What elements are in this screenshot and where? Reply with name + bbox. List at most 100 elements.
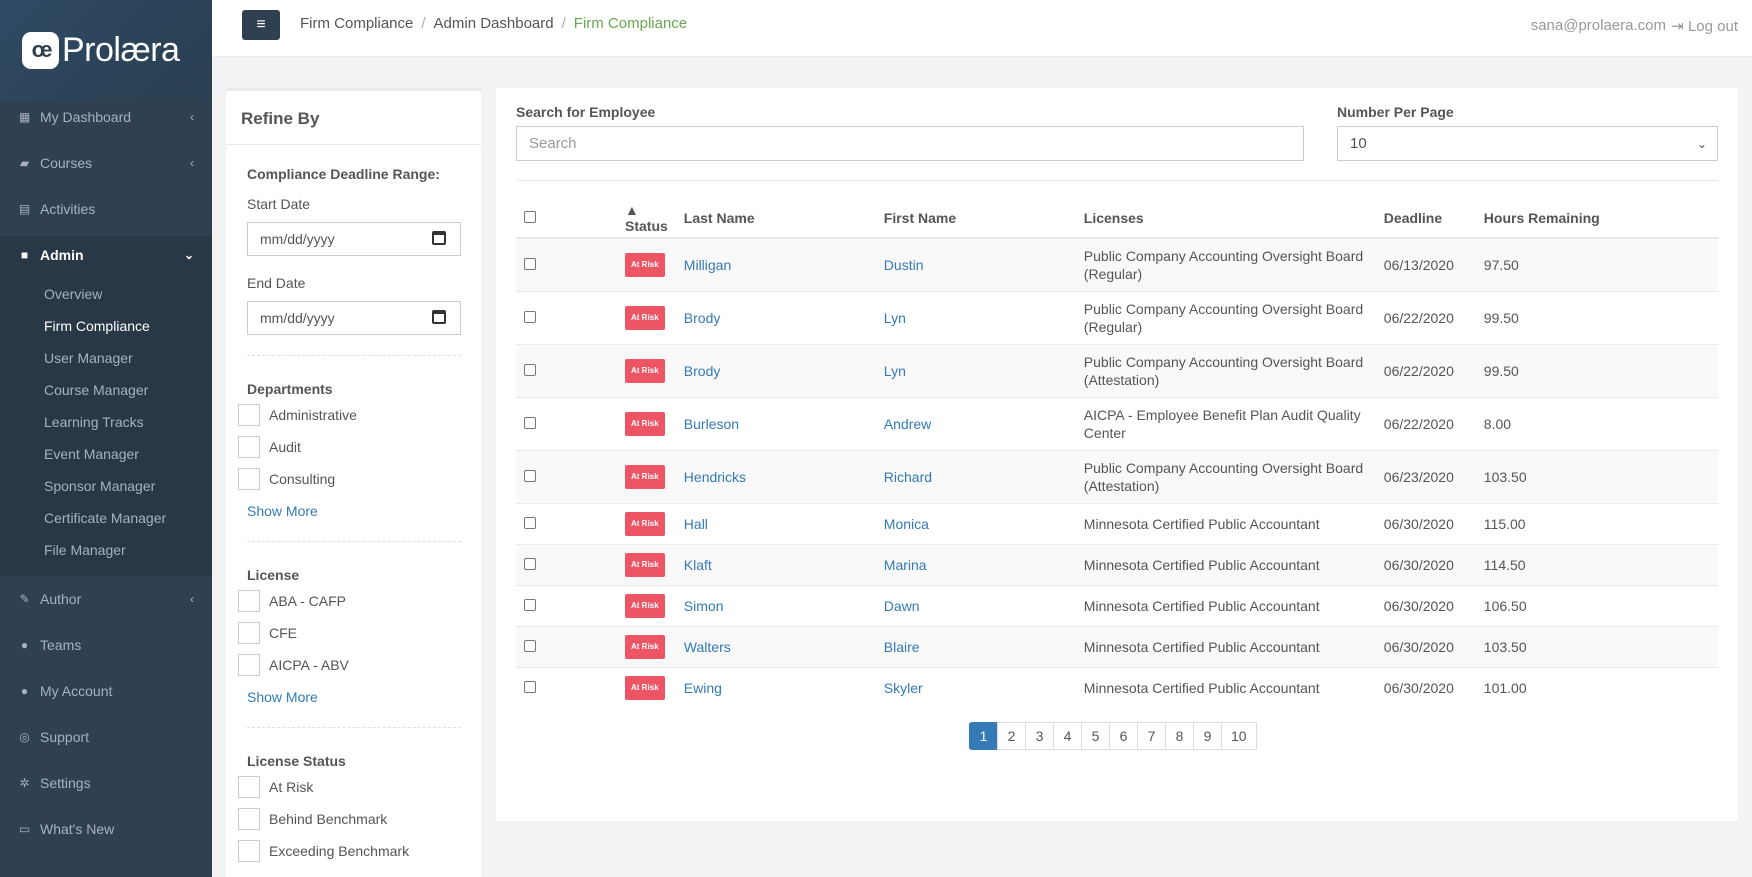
department-option[interactable]: Audit [238, 436, 301, 458]
license-option[interactable]: ABA - CAFP [238, 590, 346, 612]
breadcrumb-item[interactable]: Firm Compliance [300, 15, 413, 32]
table-row[interactable]: At Risk Simon Dawn Minnesota Certified Publ… [516, 585, 1718, 627]
sidebar-sub-learning-tracks[interactable]: Learning Tracks [44, 412, 144, 432]
sidebar-sub-file-manager[interactable]: File Manager [44, 540, 126, 560]
first-name-link[interactable]: Marina [884, 557, 927, 573]
first-name-link[interactable]: Richard [884, 469, 932, 485]
table-row[interactable]: At Risk Burleson Andrew AICPA - Employee Be… [516, 397, 1718, 451]
sidebar-item-whats-new[interactable]: ▭ What's New [0, 811, 212, 847]
table-row[interactable]: At Risk Ewing Skyler Minnesota Certified Pu… [516, 667, 1718, 708]
page-button[interactable]: 4 [1053, 722, 1082, 750]
calendar-icon[interactable] [432, 231, 446, 245]
sidebar-item-settings[interactable]: ✲ Settings [0, 765, 212, 801]
column-header-status[interactable]: ▲ Status [571, 198, 676, 239]
last-name-link[interactable]: Burleson [684, 416, 739, 432]
column-header-last-name[interactable]: Last Name [675, 198, 876, 239]
last-name-link[interactable]: Hall [684, 516, 708, 532]
last-name-link[interactable]: Klaft [684, 557, 712, 573]
column-header-hours-remaining[interactable]: Hours Remaining [1475, 198, 1718, 239]
column-header-deadline[interactable]: Deadline [1375, 198, 1476, 239]
license-status-option[interactable]: Behind Benchmark [238, 808, 387, 830]
breadcrumb-item[interactable]: Admin Dashboard [434, 15, 554, 32]
last-name-link[interactable]: Brody [684, 363, 721, 379]
sidebar-sub-overview[interactable]: Overview [44, 284, 102, 304]
sidebar-sub-user-manager[interactable]: User Manager [44, 348, 133, 368]
column-header-licenses[interactable]: Licenses [1075, 198, 1376, 239]
table-row[interactable]: At Risk Brody Lyn Public Company Accounting… [516, 344, 1718, 398]
license-status-option[interactable]: Exceeding Benchmark [238, 840, 409, 862]
sidebar-item-my-account[interactable]: ● My Account [0, 673, 212, 709]
last-name-link[interactable]: Brody [684, 310, 721, 326]
table-row[interactable]: At Risk Walters Blaire Minnesota Certified … [516, 626, 1718, 668]
checkbox[interactable] [238, 840, 260, 862]
department-option[interactable]: Consulting [238, 468, 335, 490]
last-name-link[interactable]: Milligan [684, 257, 731, 273]
row-checkbox[interactable] [524, 640, 536, 652]
first-name-link[interactable]: Andrew [884, 416, 931, 432]
brand-logo[interactable]: œ Prolæra [0, 0, 212, 100]
row-checkbox[interactable] [524, 470, 536, 482]
last-name-link[interactable]: Simon [684, 598, 724, 614]
calendar-icon[interactable] [432, 310, 446, 324]
licenses-show-more-link[interactable]: Show More [247, 689, 318, 705]
sidebar-sub-event-manager[interactable]: Event Manager [44, 444, 139, 464]
first-name-link[interactable]: Dawn [884, 598, 920, 614]
column-header-first-name[interactable]: First Name [875, 198, 1076, 239]
per-page-select[interactable]: 10 ⌄ [1337, 126, 1718, 161]
start-date-input[interactable]: mm/dd/yyyy [247, 222, 461, 256]
sidebar-item-admin[interactable]: ■ Admin ⌄ [0, 237, 212, 273]
page-button[interactable]: 9 [1193, 722, 1222, 750]
checkbox[interactable] [238, 468, 260, 490]
department-option[interactable]: Administrative [238, 404, 357, 426]
logout-link[interactable]: ⇥ Log out [1671, 17, 1738, 35]
first-name-link[interactable]: Monica [884, 516, 929, 532]
license-status-option[interactable]: At Risk [238, 776, 313, 798]
row-checkbox[interactable] [524, 517, 536, 529]
first-name-link[interactable]: Lyn [884, 310, 906, 326]
checkbox[interactable] [238, 654, 260, 676]
table-row[interactable]: At Risk Brody Lyn Public Company Accounting… [516, 291, 1718, 345]
table-row[interactable]: At Risk Klaft Marina Minnesota Certified Pu… [516, 544, 1718, 586]
row-checkbox[interactable] [524, 599, 536, 611]
license-option[interactable]: CFE [238, 622, 297, 644]
page-button[interactable]: 2 [997, 722, 1026, 750]
last-name-link[interactable]: Walters [684, 639, 731, 655]
last-name-link[interactable]: Hendricks [684, 469, 746, 485]
row-checkbox[interactable] [524, 364, 536, 376]
row-checkbox[interactable] [524, 558, 536, 570]
sidebar-item-courses[interactable]: ▰ Courses ‹ [0, 145, 212, 181]
checkbox[interactable] [238, 436, 260, 458]
row-checkbox[interactable] [524, 681, 536, 693]
last-name-link[interactable]: Ewing [684, 680, 722, 696]
row-checkbox[interactable] [524, 417, 536, 429]
sidebar-sub-sponsor-manager[interactable]: Sponsor Manager [44, 476, 155, 496]
page-button[interactable]: 10 [1221, 722, 1257, 750]
page-button[interactable]: 5 [1081, 722, 1110, 750]
checkbox[interactable] [238, 776, 260, 798]
select-all-checkbox[interactable] [524, 210, 536, 223]
license-option[interactable]: AICPA - ABV [238, 654, 349, 676]
table-row[interactable]: At Risk Milligan Dustin Public Company Acco… [516, 237, 1718, 292]
table-row[interactable]: At Risk Hall Monica Minnesota Certified Pub… [516, 503, 1718, 545]
first-name-link[interactable]: Skyler [884, 680, 923, 696]
sidebar-item-author[interactable]: ✎ Author ‹ [0, 581, 212, 617]
checkbox[interactable] [238, 808, 260, 830]
checkbox[interactable] [238, 622, 260, 644]
page-button[interactable]: 6 [1109, 722, 1138, 750]
search-input[interactable]: Search [516, 126, 1304, 161]
page-button[interactable]: 8 [1165, 722, 1194, 750]
first-name-link[interactable]: Blaire [884, 639, 920, 655]
first-name-link[interactable]: Lyn [884, 363, 906, 379]
table-row[interactable]: At Risk Hendricks Richard Public Company Ac… [516, 450, 1718, 504]
menu-toggle-button[interactable]: ≡ [242, 10, 280, 40]
first-name-link[interactable]: Dustin [884, 257, 924, 273]
row-checkbox[interactable] [524, 258, 536, 270]
page-button[interactable]: 1 [969, 722, 998, 750]
sidebar-item-activities[interactable]: ▤ Activities [0, 191, 212, 227]
sidebar-item-teams[interactable]: ● Teams [0, 627, 212, 663]
page-button[interactable]: 7 [1137, 722, 1166, 750]
sidebar-sub-course-manager[interactable]: Course Manager [44, 380, 148, 400]
row-checkbox[interactable] [524, 311, 536, 323]
end-date-input[interactable]: mm/dd/yyyy [247, 301, 461, 335]
page-button[interactable]: 3 [1025, 722, 1054, 750]
